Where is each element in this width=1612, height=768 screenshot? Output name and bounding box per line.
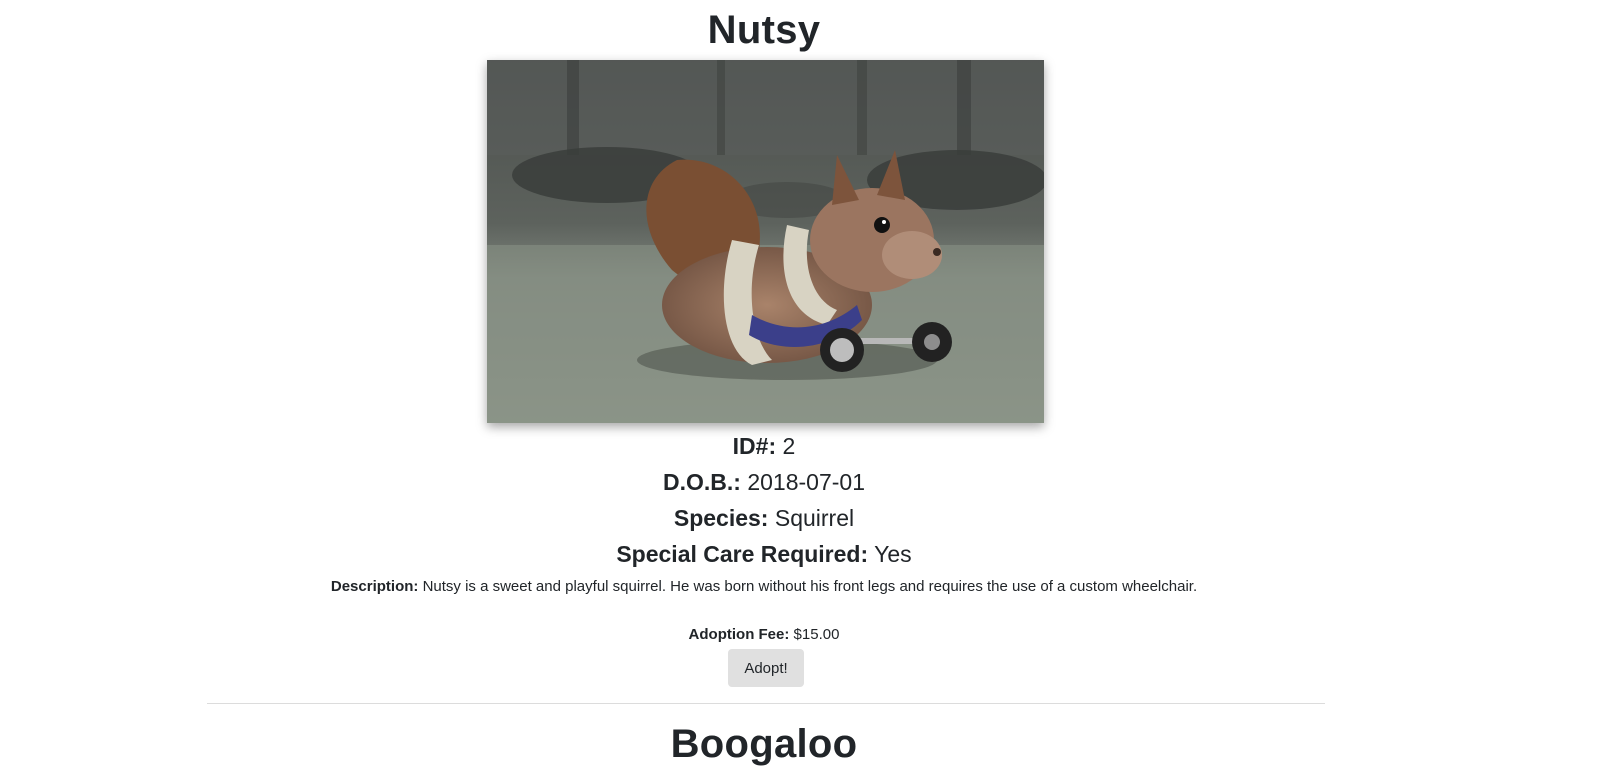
pet-divider <box>207 703 1325 704</box>
pet-id-label: ID#: <box>732 433 777 459</box>
pet-dob-label: D.O.B.: <box>663 469 741 495</box>
pet-species-label: Species: <box>673 505 769 531</box>
pet-special-care-value: Yes <box>874 541 912 567</box>
pet-special-care-label: Special Care Required: <box>616 541 869 567</box>
pet-name: Boogaloo <box>670 722 858 766</box>
adopt-button[interactable]: Adopt! <box>728 649 804 687</box>
pet-fee-value: $15.00 <box>793 626 840 643</box>
pet-fee-label: Adoption Fee: <box>688 626 790 643</box>
pet-description-value: Nutsy is a sweet and playful squirrel. H… <box>422 578 1198 595</box>
pet-description-row: Description: Nutsy is a sweet and playfu… <box>207 577 1321 597</box>
pet-card-header: Nutsy <box>207 6 1321 54</box>
pet-id-value: 2 <box>782 433 796 459</box>
pet-special-care-row: Special Care Required: Yes <box>207 539 1321 569</box>
pet-fee-row: Adoption Fee: $15.00 <box>207 625 1321 645</box>
pet-description-label: Description: <box>330 578 419 595</box>
pet-card-header: Boogaloo <box>207 720 1321 768</box>
pet-id-row: ID#: 2 <box>207 431 1321 461</box>
pet-listing-page: Nutsy ID#: 2 D.O.B.: 2018-07-01 Species:… <box>0 0 1612 768</box>
pet-species-value: Squirrel <box>774 505 855 531</box>
pet-dob-row: D.O.B.: 2018-07-01 <box>207 467 1321 497</box>
pet-dob-value: 2018-07-01 <box>747 469 865 495</box>
pet-photo <box>487 60 1044 423</box>
pet-name: Nutsy <box>707 8 821 52</box>
pet-species-row: Species: Squirrel <box>207 503 1321 533</box>
squirrel-photo-image <box>487 60 1044 423</box>
